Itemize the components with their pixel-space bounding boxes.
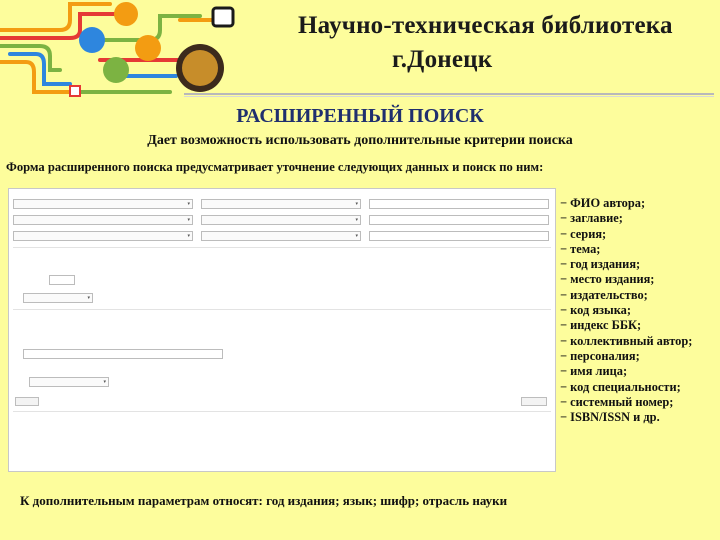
list-item: − индекс ББК; — [560, 318, 642, 333]
search-button — [15, 397, 39, 406]
graduation-cap-icon — [103, 57, 129, 83]
list-item: − серия; — [560, 226, 607, 241]
language-select: ▾ — [23, 293, 93, 303]
advanced-search-screenshot: ▾ ▾ ▾ ▾ ▾ ▾ ▾ ▾ — [8, 188, 556, 472]
library-title: Научно-техническая библиотека — [298, 12, 673, 39]
search-fields-list: − ФИО автора; − заглавие; − серия; − тем… — [560, 196, 720, 425]
list-item: − место издания; — [560, 272, 655, 287]
globe-icon — [79, 27, 105, 53]
list-item: − заглавие; — [560, 211, 623, 226]
form-description: Форма расширенного поиска предусматривае… — [6, 160, 544, 174]
list-item: − ФИО автора; — [560, 196, 646, 210]
search-field-3: ▾ — [13, 231, 193, 241]
footer-note: К дополнительным параметрам относят: год… — [20, 493, 508, 508]
search-operator-2: ▾ — [201, 215, 361, 225]
header-divider-thin — [184, 96, 714, 97]
slide-description: Дает возможность использовать дополнител… — [147, 133, 573, 148]
year-input — [49, 275, 75, 285]
tools-icon — [135, 35, 161, 61]
book-icon — [211, 6, 235, 28]
list-item: − год издания; — [560, 257, 641, 272]
search-operator-1: ▾ — [201, 199, 361, 209]
list-item: − издательство; — [560, 287, 648, 302]
clear-button — [521, 397, 547, 406]
list-item: − тема; — [560, 241, 601, 256]
list-item: − персоналия; — [560, 348, 640, 363]
search-operator-3: ▾ — [201, 231, 361, 241]
list-item: − ISBN/ISSN и др. — [560, 410, 660, 425]
list-item: − коллективный автор; — [560, 333, 693, 348]
search-value-3 — [369, 231, 549, 241]
header-divider — [184, 93, 714, 95]
list-item: − имя лица; — [560, 364, 628, 379]
search-field-1: ▾ — [13, 199, 193, 209]
search-field-2: ▾ — [13, 215, 193, 225]
list-item: − код специальности; — [560, 379, 681, 394]
cipher-input — [23, 349, 223, 359]
search-value-2 — [369, 215, 549, 225]
slide-subtitle: РАСШИРЕННЫЙ ПОИСК — [236, 105, 484, 127]
science-branch-select: ▾ — [29, 377, 109, 387]
library-logo-art — [0, 2, 235, 97]
list-item: − код языка; — [560, 303, 631, 318]
library-city: г.Донецк — [392, 46, 493, 73]
search-value-1 — [369, 199, 549, 209]
wrench-icon — [114, 2, 138, 26]
list-item: − системный номер; — [560, 394, 674, 409]
